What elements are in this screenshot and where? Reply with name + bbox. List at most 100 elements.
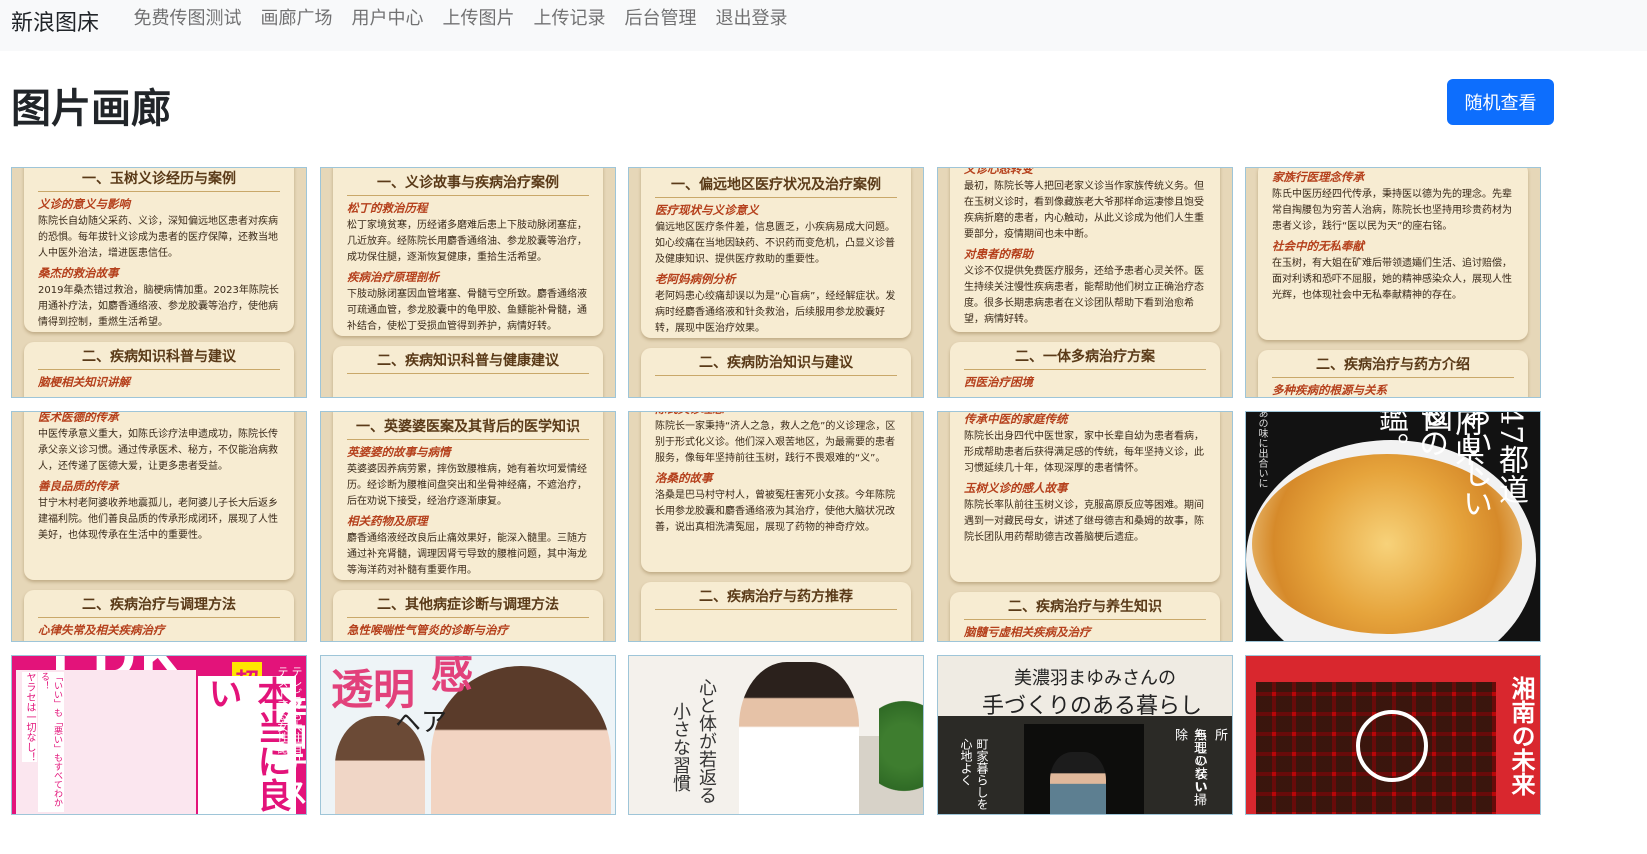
section-heading: 医术医德的传承 xyxy=(38,411,119,424)
cover-title: 湘南の未来 xyxy=(1507,676,1536,796)
infographic-image: 一、玉树义诊经历与案例 义诊的意义与影响 陈院长自幼随父采药、义诊，深知偏远地区患者… xyxy=(12,168,306,397)
section-heading: 义诊的意义与影响 xyxy=(38,197,130,211)
panel-heading: 二、疾病治疗与养生知识 xyxy=(964,596,1206,620)
section-heading: 急性喉喘性气管炎的诊断与治疗 xyxy=(347,623,508,637)
infographic-panel-top: 一、玉树义诊经历与案例 义诊的意义与影响 陈院长自幼随父采药、义诊，深知偏远地区患者… xyxy=(24,168,294,332)
gallery-image[interactable]: 一、义诊故事与疾病治疗案例 松丁的救治历程 松丁家境贫寒，历经诸多磨难后患上下肢动脉… xyxy=(320,167,616,398)
notice-box: 「いい」も「悪い」もすべてわかる！ xyxy=(38,672,64,812)
model-photo xyxy=(739,662,859,814)
infographic-panel-bottom: 二、疾病治疗与药方介绍 多种疾病的根源与关系 xyxy=(1258,350,1528,397)
panel-heading: 二、疾病知识科普与建议 xyxy=(38,346,280,370)
nav-user-center[interactable]: 用户中心 xyxy=(342,6,433,32)
plant-shape xyxy=(879,676,923,814)
infographic-image: 家族行医理念传承 陈氏中医历经四代传承，秉持医以德为先的理念。先辈常自掏腰包为穷苦… xyxy=(1246,168,1540,397)
headline-feel: 感 xyxy=(431,656,474,698)
side-text: 使いやすい台所 xyxy=(1212,728,1232,806)
gallery-image[interactable]: 传承中医的家庭传统陈院长出身四代中医世家，家中长辈自幼为患者看病，形成帮助患者后… xyxy=(937,411,1233,642)
infographic-image: 医术医德的传承中医传承意义重大，如陈氏诊疗法申遗成功，陈院长传承父亲义诊习惯。通… xyxy=(12,412,306,641)
nav-free-upload-test[interactable]: 免费传图测试 xyxy=(124,6,251,32)
magazine-cover-red: 湘南の未来 xyxy=(1246,656,1540,814)
gallery-image[interactable]: 医术医德的传承中医传承意义重大，如陈氏诊疗法申遗成功，陈院长传承父亲义诊习惯。通… xyxy=(11,411,307,642)
gallery-image[interactable]: 家族行医理念传承 陈氏中医历经四代传承，秉持医以德为先的理念。先辈常自掏腰包为穷苦… xyxy=(1245,167,1541,398)
section-heading: 心律失常及相关疾病治疗 xyxy=(38,623,165,637)
section-heading: 脑髓亏虚相关疾病及治疗 xyxy=(964,625,1091,639)
section-text: 老阿妈患心绞痛却误以为是“心盲病”，经经解症状。发病时经麝香通络液和针灸救治，后… xyxy=(655,291,896,334)
section-heading: 桑杰的救治故事 xyxy=(38,266,119,280)
gallery-image[interactable]: LDK超辛口テスト本当に良いテレビでも大注目！テストする女性誌ヤラセは一切なし！… xyxy=(11,655,307,815)
section-text: 甘宁木村老阿婆收养地震孤儿，老阿婆儿子长大后返乡建福利院。他们善良品质的传承形成… xyxy=(38,498,278,541)
gallery-image[interactable]: 一、英婆婆医案及其背后的医学知识英婆婆的故事与病情英婆婆因养病劳累，摔伤致腰椎病… xyxy=(320,411,616,642)
infographic-image: 一、偏远地区医疗状况及治疗案例 医疗现状与义诊意义 偏远地区医疗条件差，信息匮乏，小… xyxy=(629,168,923,397)
panel-heading: 二、其他病症诊断与调理方法 xyxy=(347,594,589,618)
section-heading: 脑梗相关知识讲解 xyxy=(38,375,130,389)
panel-heading: 二、疾病治疗与调理方法 xyxy=(38,594,280,618)
infographic-panel-top: 义诊心态转变 最初，陈院长等人把回老家义诊当作家族传统义务。但在玉树义诊时，看到像… xyxy=(950,168,1220,332)
gallery-image[interactable]: 一、玉树义诊经历与案例 义诊的意义与影响 陈院长自幼随父采药、义诊，深知偏远地区患者… xyxy=(11,167,307,398)
panel-heading: 一、玉树义诊经历与案例 xyxy=(38,168,280,192)
model-photo xyxy=(1050,752,1106,814)
side-text: テストする女性誌 xyxy=(276,666,289,754)
section-text: 中医传承意义重大，如陈氏诊疗法申遗成功，陈院长传承父亲义诊习惯。通过传承医术、秘… xyxy=(38,429,278,472)
navbar-brand[interactable]: 新浪图床 xyxy=(11,5,99,37)
nav-upload-history[interactable]: 上传记录 xyxy=(524,6,615,32)
section-text: 2019年桑杰错过救治，脑梗病情加重。2023年陈院长用通补疗法，如麝香通络液、… xyxy=(38,285,279,328)
infographic-panel-bottom: 二、疾病治疗与药方推荐 xyxy=(641,582,911,641)
section-heading: 松丁的救治历程 xyxy=(347,201,428,215)
infographic-panel-top: 陈氏义诊理念陈院长一家秉持“济人之急，救人之危”的义诊理念，区别于形式化义诊。他… xyxy=(641,412,911,572)
gallery-image[interactable]: 湘南の未来 xyxy=(1245,655,1541,815)
section-text: 陈氏中医历经四代传承，秉持医以德为先的理念。先辈常自掏腰包为穷苦人治病，陈院长也… xyxy=(1272,189,1512,232)
notice-box: ヤラセは一切なし！ xyxy=(22,672,37,762)
section-heading: 社会中的无私奉献 xyxy=(1272,239,1364,253)
gallery-image[interactable]: 心と体が若返る 小さな習慣 xyxy=(628,655,924,815)
nav-admin[interactable]: 后台管理 xyxy=(615,6,706,32)
cover-title: 図鑑。 xyxy=(1373,412,1452,462)
gallery-image[interactable]: 透明感ヘア xyxy=(320,655,616,815)
section-text: 偏远地区医疗条件差，信息匮乏，小疾病易成大问题。如心绞痛在当地因缺药、不识药而变… xyxy=(655,222,895,265)
section-text: 英婆婆因养病劳累，摔伤致腰椎病，她有着坎坷爱情经历。经诊断为腰椎间盘突出和坐骨神… xyxy=(347,464,587,507)
infographic-image: 义诊心态转变 最初，陈院长等人把回老家义诊当作家族传统义务。但在玉树义诊时，看到像… xyxy=(938,168,1232,397)
panel-heading: 二、一体多病治疗方案 xyxy=(964,346,1206,370)
gallery-image[interactable]: 陈氏义诊理念陈院长一家秉持“济人之急，救人之危”的义诊理念，区别于形式化义诊。他… xyxy=(628,411,924,642)
panel-heading: 一、英婆婆医案及其背后的医学知识 xyxy=(347,416,589,440)
nav-logout[interactable]: 退出登录 xyxy=(706,6,797,32)
magazine-cover-house: 美濃羽まゆみさんの手づくりのある暮らし使いやすい台所らしい装い無理のない掃除町家… xyxy=(938,656,1232,814)
section-heading: 对患者的帮助 xyxy=(964,247,1033,261)
section-heading: 相关药物及原理 xyxy=(347,514,428,528)
infographic-image: 传承中医的家庭传统陈院长出身四代中医世家，家中长辈自幼为患者看病，形成帮助患者后… xyxy=(938,412,1232,641)
section-heading: 疾病治疗原理剖析 xyxy=(347,270,439,284)
section-text: 陈院长出身四代中医世家，家中长辈自幼为患者看病，形成帮助患者后获得满足感的传统，… xyxy=(964,431,1204,474)
section-text: 义诊不仅提供免费医疗服务，还给予患者心灵关怀。医生持续关注慢性疾病患者，能帮助他… xyxy=(964,266,1204,325)
side-text: 町家暮らしを xyxy=(975,738,989,810)
section-text: 在玉树，有大姐在矿难后带领遗孀们生活、追讨赔偿，面对利诱和恐吓不屈服，她的精神感… xyxy=(1272,258,1512,301)
section-heading: 西医治疗困境 xyxy=(964,375,1033,389)
infographic-panel-top: 医术医德的传承中医传承意义重大，如陈氏诊疗法申遗成功，陈院长传承父亲义诊习惯。通… xyxy=(24,411,294,580)
section-heading: 老阿妈病例分析 xyxy=(655,272,736,286)
section-text: 麝香通络液经改良后止痛效果好，能深入髓里。三随方通过补充肾髓，调理因肾亏导致的腰… xyxy=(347,533,587,576)
infographic-image: 一、英婆婆医案及其背后的医学知识英婆婆的故事与病情英婆婆因养病劳累，摔伤致腰椎病… xyxy=(321,412,615,641)
section-heading: 洛桑的故事 xyxy=(655,471,713,485)
side-text: 無理のない掃除 xyxy=(1172,728,1206,806)
section-text: 下肢动脉闭塞因血管堵塞、骨髓亏空所致。麝香通络液可疏通血管，参龙胶囊中的龟甲胶、… xyxy=(347,289,587,332)
headline-hair: ヘア xyxy=(395,708,448,738)
navbar: 新浪图床 免费传图测试 画廊广场 用户中心 上传图片 上传记录 后台管理 退出登… xyxy=(0,0,1647,51)
panel-heading: 一、偏远地区医疗状况及治疗案例 xyxy=(655,174,897,198)
page-title: 图片画廊 xyxy=(11,86,171,132)
cover-title: 美濃羽まゆみさんの xyxy=(1014,668,1176,689)
gallery-image[interactable]: 义诊心态转变 最初，陈院长等人把回老家义诊当作家族传统义务。但在玉树义诊时，看到像… xyxy=(937,167,1233,398)
section-heading: 英婆婆的故事与病情 xyxy=(347,445,451,459)
gallery-image[interactable]: 47都道府県、 おいしいもの 図鑑。 あの味に出合いに xyxy=(1245,411,1541,642)
gyoza-cover-image: 47都道府県、 おいしいもの 図鑑。 あの味に出合いに xyxy=(1246,412,1540,641)
headline-vertical: 心と体が若返る xyxy=(696,678,717,804)
panel-heading: 传承中医的家庭传统 xyxy=(964,412,1068,426)
panel-heading: 二、疾病防治知识与建议 xyxy=(655,352,897,376)
nav-upload-image[interactable]: 上传图片 xyxy=(433,6,524,32)
section-heading: 多种疾病的根源与关系 xyxy=(1272,383,1387,397)
nav-gallery-square[interactable]: 画廊广场 xyxy=(251,6,342,32)
cover-subtitle: あの味に出合いに xyxy=(1256,412,1267,488)
random-view-button[interactable]: 随机查看 xyxy=(1447,79,1554,125)
infographic-panel-top: 家族行医理念传承 陈氏中医历经四代传承，秉持医以德为先的理念。先辈常自掏腰包为穷苦… xyxy=(1258,168,1528,340)
gallery-image[interactable]: 一、偏远地区医疗状况及治疗案例 医疗现状与义诊意义 偏远地区医疗条件差，信息匮乏，小… xyxy=(628,167,924,398)
infographic-panel-top: 一、英婆婆医案及其背后的医学知识英婆婆的故事与病情英婆婆因养病劳累，摔伤致腰椎病… xyxy=(333,412,603,580)
section-heading: 玉树义诊的感人故事 xyxy=(964,481,1068,495)
gallery-image[interactable]: 美濃羽まゆみさんの手づくりのある暮らし使いやすい台所らしい装い無理のない掃除町家… xyxy=(937,655,1233,815)
